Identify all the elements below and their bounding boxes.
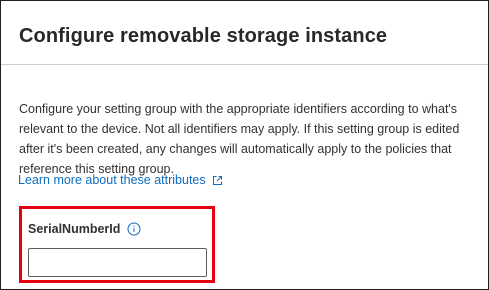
description-text: Configure your setting group with the ap…	[19, 102, 460, 176]
header-divider	[1, 64, 488, 65]
learn-more-link-label: Learn more about these attributes	[18, 173, 206, 187]
external-link-icon	[212, 175, 223, 186]
configure-panel: Configure removable storage instance Con…	[0, 0, 489, 290]
serial-number-id-label: SerialNumberId	[28, 222, 121, 236]
info-icon[interactable]	[127, 222, 141, 236]
page-title: Configure removable storage instance	[19, 25, 388, 47]
learn-more-link[interactable]: Learn more about these attributes	[18, 173, 223, 187]
serial-number-id-input[interactable]	[28, 248, 207, 277]
